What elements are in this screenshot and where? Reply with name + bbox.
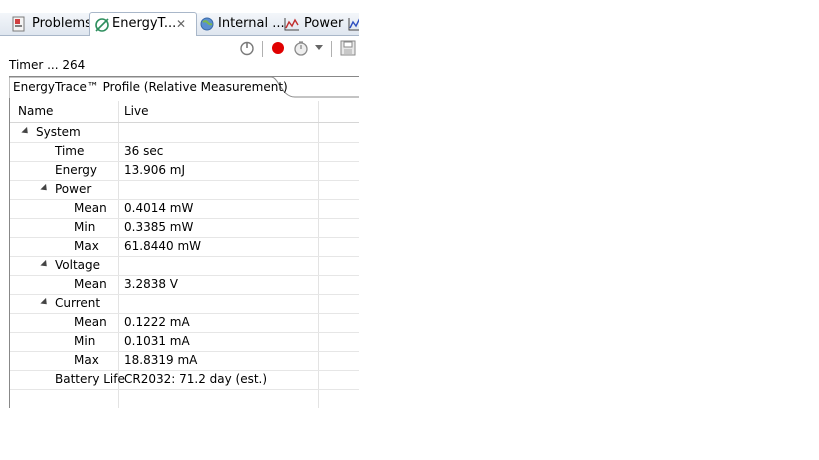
tab-internal[interactable]: Internal ... — [198, 13, 285, 35]
row-name: Max — [74, 353, 99, 367]
energytrace-panel: Problems EnergyT... ✕ Internal ... Power — [0, 0, 359, 408]
table-row[interactable]: Mean 0.1222 mA — [10, 313, 359, 333]
collapse-triangle-icon[interactable] — [40, 297, 50, 308]
row-value: 13.906 mJ — [124, 163, 186, 177]
tab-label: Internal ... — [218, 16, 285, 31]
tab-label: EnergyT... — [112, 16, 177, 31]
table-row[interactable]: Min 0.1031 mA — [10, 332, 359, 352]
tab-label: Problems — [32, 16, 92, 31]
row-name: Current — [55, 296, 101, 310]
row-value: 0.4014 mW — [124, 201, 194, 215]
row-value: 0.1222 mA — [124, 315, 190, 329]
row-name: Power — [55, 182, 92, 196]
collapse-triangle-icon[interactable] — [40, 259, 50, 270]
collapse-triangle-icon[interactable] — [21, 126, 31, 137]
globe-icon — [200, 17, 214, 31]
tab-overflow-chart[interactable] — [346, 13, 359, 35]
row-name: Mean — [74, 201, 107, 215]
collapse-triangle-icon[interactable] — [40, 183, 50, 194]
tab-energytrace[interactable]: EnergyT... ✕ — [89, 12, 197, 36]
row-value: 36 sec — [124, 144, 164, 158]
table-row[interactable]: Energy 13.906 mJ — [10, 161, 359, 181]
table-header: Name Live — [10, 101, 359, 123]
row-name: Energy — [55, 163, 98, 177]
table-row[interactable]: Max 61.8440 mW — [10, 237, 359, 257]
toolbar-separator — [262, 41, 263, 57]
table-row[interactable]: Time 36 sec — [10, 142, 359, 162]
table-row[interactable]: Min 0.3385 mW — [10, 218, 359, 238]
column-header-name[interactable]: Name — [18, 101, 53, 122]
profile-tab-label[interactable]: EnergyTrace™ Profile (Relative Measureme… — [9, 77, 288, 98]
row-name: Max — [74, 239, 99, 253]
table-row[interactable]: Power — [10, 180, 359, 200]
row-value: 3.2838 V — [124, 277, 179, 291]
table-row[interactable]: Mean 3.2838 V — [10, 275, 359, 295]
row-name: Mean — [74, 277, 107, 291]
row-name: Min — [74, 334, 96, 348]
power-icon[interactable] — [239, 40, 255, 56]
problems-icon — [12, 16, 25, 32]
row-value: 61.8440 mW — [124, 239, 201, 253]
row-name: Time — [55, 144, 85, 158]
chart-icon — [284, 18, 299, 31]
tab-problems[interactable]: Problems — [10, 13, 92, 35]
table-row[interactable]: Voltage — [10, 256, 359, 276]
table-row[interactable]: Max 18.8319 mA — [10, 351, 359, 371]
timer-label: Timer ... 264 — [9, 58, 86, 72]
column-header-live[interactable]: Live — [124, 101, 149, 122]
stopwatch-icon[interactable] — [293, 40, 309, 56]
dropdown-icon[interactable] — [315, 45, 323, 51]
view-toolbar — [0, 36, 359, 60]
row-name: System — [36, 125, 81, 139]
table-row[interactable]: System — [10, 123, 359, 143]
row-value: 0.3385 mW — [124, 220, 194, 234]
view-tab-bar: Problems EnergyT... ✕ Internal ... Power — [0, 12, 359, 36]
row-value: CR2032: 71.2 day (est.) — [124, 372, 268, 386]
table-row[interactable]: Current — [10, 294, 359, 314]
energytrace-icon — [95, 18, 109, 32]
row-name: Voltage — [55, 258, 101, 272]
tab-power[interactable]: Power — [282, 13, 344, 35]
table-row[interactable]: Battery Life CR2032: 71.2 day (est.) — [10, 370, 359, 390]
record-icon[interactable] — [271, 41, 285, 55]
tab-label: Power — [304, 16, 344, 31]
profile-table: Name Live System Time 36 sec Energy 13.9… — [10, 101, 359, 408]
save-icon[interactable] — [340, 40, 356, 56]
row-name: Min — [74, 220, 96, 234]
profile-tab-row: EnergyTrace™ Profile (Relative Measureme… — [9, 76, 359, 99]
row-name: Battery Life — [55, 372, 125, 386]
close-icon[interactable]: ✕ — [176, 13, 186, 35]
row-value: 18.8319 mA — [124, 353, 198, 367]
table-row[interactable]: Mean 0.4014 mW — [10, 199, 359, 219]
row-name: Mean — [74, 315, 107, 329]
table-row-empty — [10, 389, 359, 408]
toolbar-separator — [331, 41, 332, 57]
chart-icon — [348, 18, 359, 31]
row-value: 0.1031 mA — [124, 334, 190, 348]
